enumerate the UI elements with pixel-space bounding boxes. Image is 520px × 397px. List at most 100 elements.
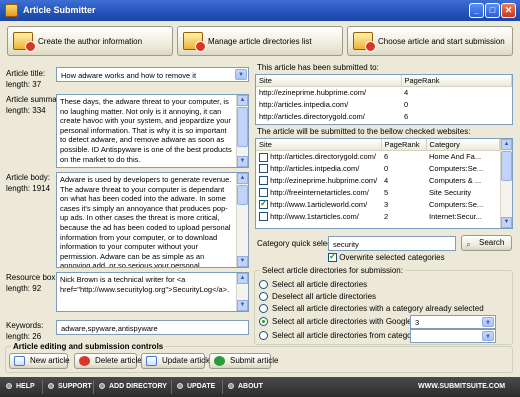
- body-scrollbar[interactable]: ▲ ▼: [236, 173, 248, 267]
- tobesubmitted-table[interactable]: Site PageRank Category http://articles.d…: [255, 138, 513, 229]
- radio-button[interactable]: [259, 331, 268, 341]
- radio-label: Select all article directories: [272, 280, 368, 289]
- table-row[interactable]: http://articles.intpedia.com/0: [256, 99, 512, 111]
- row-checkbox[interactable]: [259, 212, 268, 222]
- tobesubmitted-scrollbar[interactable]: ▲ ▼: [500, 139, 512, 228]
- pagerank-cell: 6: [384, 152, 389, 162]
- bullet-icon: [228, 383, 234, 389]
- tobe-category-header[interactable]: Category: [426, 139, 500, 151]
- radio-label: Select all article directories with Goog…: [272, 317, 428, 326]
- table-row[interactable]: http://articles.directorygold.com/6: [256, 111, 512, 123]
- pagerank-cell: 5: [384, 188, 389, 198]
- keywords-input[interactable]: adware,spyware,antispyware: [56, 320, 249, 335]
- radio-deselect-all[interactable]: Deselect all article directories: [259, 292, 376, 302]
- site-cell: http://www.1starticles.com/: [270, 211, 359, 221]
- title-bar: Article Submitter _ □ ✕: [0, 0, 520, 21]
- table-row[interactable]: http://articles.directorygold.com/6 Home …: [256, 151, 500, 163]
- help-link[interactable]: HELP: [6, 383, 35, 390]
- new-article-button[interactable]: New article: [9, 353, 70, 369]
- support-link[interactable]: SUPPORT: [48, 383, 92, 390]
- radio-button-selected[interactable]: [259, 317, 268, 327]
- pagerank-cell: 4: [404, 88, 409, 98]
- create-author-label: Create the author information: [38, 37, 143, 46]
- add-directory-link[interactable]: ADD DIRECTORY: [99, 383, 167, 390]
- update-article-button[interactable]: Update article: [141, 353, 211, 369]
- about-link[interactable]: ABOUT: [228, 383, 263, 390]
- submit-article-label: Submit article: [230, 356, 279, 365]
- row-checkbox[interactable]: [259, 188, 268, 198]
- chevron-down-icon[interactable]: ▼: [482, 317, 494, 327]
- update-label: UPDATE: [187, 383, 216, 390]
- website-link[interactable]: WWW.SUBMITSUITE.COM: [418, 383, 505, 390]
- radio-button[interactable]: [259, 280, 268, 290]
- chevron-down-icon[interactable]: ▼: [235, 69, 247, 80]
- title-length: length: 37: [6, 80, 42, 89]
- body-length: length: 1914: [6, 184, 51, 193]
- google-pr-select[interactable]: 3 ▼: [410, 315, 496, 329]
- update-article-label: Update article: [162, 356, 212, 365]
- overwrite-checkbox[interactable]: [328, 251, 337, 263]
- submitted-table[interactable]: Site PageRank http://ezineprime.hubprime…: [255, 74, 513, 125]
- directories-icon: [183, 32, 206, 52]
- delete-article-label: Delete article: [95, 356, 142, 365]
- table-row[interactable]: http://freeinternetarticles.com/5 Site Se…: [256, 187, 500, 199]
- row-checkbox-checked[interactable]: [259, 199, 268, 210]
- article-title-value: How adware works and how to remove it: [61, 71, 197, 80]
- update-document-icon: [146, 356, 157, 366]
- radio-label: Select all article directories from cate…: [272, 331, 421, 340]
- category-cell: Computers & ...: [429, 176, 482, 186]
- radio-select-from-category[interactable]: Select all article directories from cate…: [259, 331, 421, 341]
- resource-box-textarea[interactable]: Nick Brown is a technical writer for <a …: [56, 272, 249, 312]
- table-row[interactable]: http://ezineprime.hubprime.com/4: [256, 87, 512, 99]
- category-search-input[interactable]: security: [328, 236, 456, 251]
- tobe-pagerank-header[interactable]: PageRank: [381, 139, 427, 151]
- resource-label: Resource box:: [6, 273, 58, 282]
- chevron-down-icon[interactable]: ▼: [482, 331, 494, 341]
- update-link[interactable]: UPDATE: [177, 383, 215, 390]
- submit-article-button[interactable]: Submit article: [209, 353, 278, 369]
- category-select[interactable]: ▼: [410, 329, 496, 343]
- summary-scrollbar[interactable]: ▲ ▼: [236, 95, 248, 167]
- table-row[interactable]: http://www.1starticles.com/2 Internet:Sec…: [256, 211, 500, 223]
- article-body-value: Adware is used by developers to generate…: [60, 175, 232, 268]
- tobesubmitted-caption: The article will be submitted to the bel…: [257, 127, 471, 136]
- radio-select-all[interactable]: Select all article directories: [259, 280, 367, 290]
- table-row[interactable]: http://ezineprime.hubprime.com/4 Computer…: [256, 175, 500, 187]
- article-body-textarea[interactable]: Adware is used by developers to generate…: [56, 172, 249, 268]
- row-checkbox[interactable]: [259, 176, 268, 186]
- select-directories-caption: Select article directories for submissio…: [260, 266, 405, 275]
- radio-select-with-category[interactable]: Select all article directories with a ca…: [259, 304, 484, 314]
- bullet-icon: [6, 383, 12, 389]
- author-icon: [13, 32, 36, 52]
- radio-select-google-pr[interactable]: Select all article directories with Goog…: [259, 317, 427, 327]
- create-author-button[interactable]: Create the author information: [7, 26, 173, 56]
- manage-directories-button[interactable]: Manage article directories list: [177, 26, 343, 56]
- pagerank-cell: 2: [384, 212, 389, 222]
- table-row[interactable]: http://www.1articleworld.com/3 Computers:…: [256, 199, 500, 211]
- article-title-select[interactable]: How adware works and how to remove it ▼: [56, 67, 249, 82]
- choose-submit-button[interactable]: Choose article and start submission: [347, 26, 513, 56]
- resource-scrollbar[interactable]: ▲ ▼: [236, 273, 248, 311]
- row-checkbox[interactable]: [259, 164, 268, 174]
- category-cell: Internet:Secur...: [429, 212, 482, 222]
- resource-box-value: Nick Brown is a technical writer for <a …: [60, 275, 230, 294]
- minimize-button[interactable]: _: [469, 3, 484, 18]
- close-button[interactable]: ✕: [501, 3, 516, 18]
- submitted-pagerank-header[interactable]: PageRank: [401, 75, 512, 87]
- row-checkbox[interactable]: [259, 152, 268, 162]
- new-article-label: New article: [30, 356, 70, 365]
- maximize-button[interactable]: □: [485, 3, 500, 18]
- support-label: SUPPORT: [58, 383, 92, 390]
- delete-article-button[interactable]: Delete article: [74, 353, 142, 369]
- overwrite-row[interactable]: Overwrite selected categories: [328, 251, 445, 263]
- search-button-label: Search: [479, 238, 505, 247]
- radio-button[interactable]: [259, 292, 268, 302]
- radio-button[interactable]: [259, 304, 268, 314]
- table-row[interactable]: http://articles.intpedia.com/0 Computers:…: [256, 163, 500, 175]
- tobe-site-header[interactable]: Site: [256, 139, 382, 151]
- search-button[interactable]: ⌕ Search: [461, 235, 512, 251]
- article-summary-textarea[interactable]: These days, the adware threat to your co…: [56, 94, 249, 168]
- overwrite-label: Overwrite selected categories: [339, 253, 445, 262]
- submitted-site-header[interactable]: Site: [256, 75, 402, 87]
- bottom-bar: HELP SUPPORT ADD DIRECTORY UPDATE ABOUT …: [0, 377, 520, 397]
